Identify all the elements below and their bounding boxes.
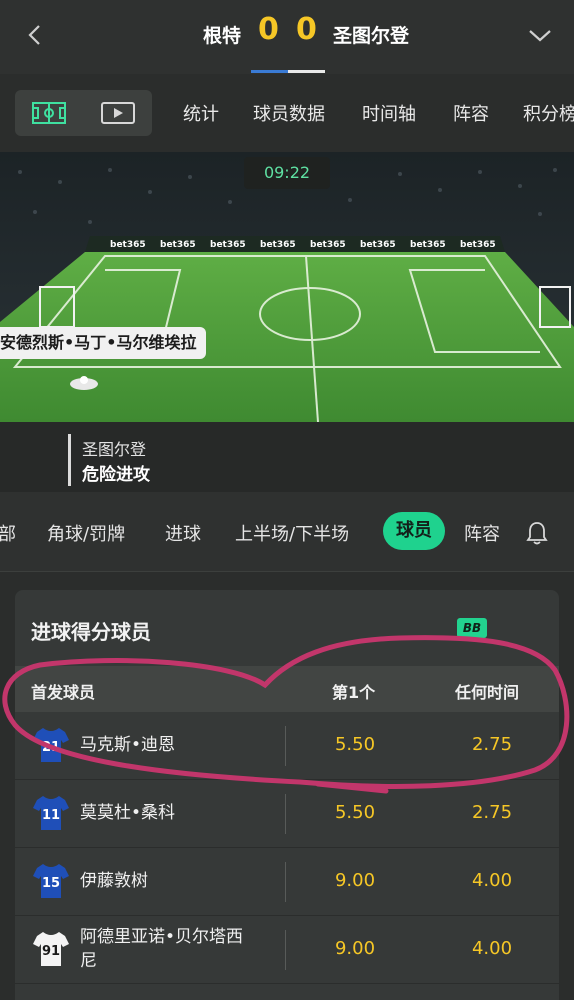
jersey-number: 21 (42, 740, 60, 755)
row-divider (285, 862, 286, 902)
market-column-header: 首发球员 第1个 任何时间 (15, 666, 559, 712)
market-tab-lineup[interactable]: 阵容 (464, 520, 500, 546)
jersey-number: 11 (42, 808, 60, 823)
player-row: 91 阿德里亚诺•贝尔塔西 尼 9.00 4.00 (15, 916, 559, 984)
svg-text:bet365: bet365 (110, 240, 146, 250)
odds-first-goal[interactable]: 5.50 (315, 802, 395, 823)
match-clock: 09:22 (244, 157, 330, 189)
odds-anytime[interactable]: 4.00 (452, 938, 532, 959)
row-divider (285, 794, 286, 834)
jersey-number: 91 (42, 944, 60, 959)
nav-tab-timeline[interactable]: 时间轴 (362, 100, 416, 126)
match-nav: 统计 球员数据 时间轴 阵容 积分榜 (0, 74, 574, 152)
market-tab-all[interactable]: 部 (0, 520, 16, 546)
bell-icon[interactable] (525, 520, 549, 546)
player-row: 11 莫莫杜•桑科 5.50 2.75 (15, 780, 559, 848)
svg-text:bet365: bet365 (410, 240, 446, 250)
odds-anytime[interactable]: 4.00 (452, 870, 532, 891)
jersey-icon: 21 (33, 728, 69, 762)
nav-tab-player-data[interactable]: 球员数据 (253, 100, 325, 126)
odds-first-goal[interactable]: 5.50 (315, 734, 395, 755)
market-tab-players[interactable]: 球员 (383, 512, 445, 550)
video-view-icon[interactable] (101, 102, 135, 124)
player-row: 21 马克斯•迪恩 5.50 2.75 (15, 712, 559, 780)
odds-first-goal[interactable]: 9.00 (315, 870, 395, 891)
live-event: 圣图尔登 危险进攻 (0, 422, 574, 492)
svg-text:bet365: bet365 (310, 240, 346, 250)
svg-text:bet365: bet365 (460, 240, 496, 250)
odds-anytime[interactable]: 2.75 (452, 734, 532, 755)
back-arrow-icon[interactable] (22, 22, 48, 48)
match-header: 根特 0 0 圣图尔登 (0, 0, 574, 74)
away-team-name: 圣图尔登 (333, 25, 410, 47)
event-bar (68, 434, 71, 486)
market-title: 进球得分球员 (31, 620, 151, 644)
goalscorer-market-card: 进球得分球员 BB 首发球员 第1个 任何时间 21 马克斯•迪恩 5.50 2… (15, 590, 559, 1000)
player-name: 莫莫杜•桑科 (80, 803, 176, 823)
market-tabs: 部 角球/罚牌 进球 上半场/下半场 球员 阵容 (0, 492, 574, 572)
match-tracker-pitch: bet365 bet365 bet365 bet365 bet365 bet365 be… (0, 152, 574, 422)
row-divider (285, 726, 286, 766)
jersey-icon: 15 (33, 864, 69, 898)
market-tab-halves[interactable]: 上半场/下半场 (235, 520, 349, 546)
nav-tab-stats[interactable]: 统计 (183, 100, 219, 126)
event-description: 危险进攻 (82, 465, 150, 485)
row-divider (285, 930, 286, 970)
column-first-goal: 第1个 (332, 683, 376, 702)
market-tab-goals[interactable]: 进球 (165, 520, 201, 546)
bet-builder-badge[interactable]: BB (457, 618, 487, 638)
home-score: 0 (258, 12, 279, 47)
player-name-line-1: 阿德里亚诺•贝尔塔西 (80, 927, 244, 947)
jersey-number: 15 (42, 876, 60, 891)
header-indicator-home (251, 70, 288, 73)
svg-text:bet365: bet365 (260, 240, 296, 250)
player-row: 15 伊藤敦树 9.00 4.00 (15, 848, 559, 916)
chevron-down-icon[interactable] (526, 22, 554, 48)
player-name: 阿德里亚诺•贝尔塔西 尼 (80, 925, 243, 973)
column-anytime: 任何时间 (455, 683, 520, 702)
svg-text:bet365: bet365 (210, 240, 246, 250)
odds-anytime[interactable]: 2.75 (452, 802, 532, 823)
away-score: 0 (296, 12, 317, 47)
player-name: 伊藤敦树 (80, 871, 148, 891)
column-starting-player: 首发球员 (31, 683, 96, 702)
home-team-name: 根特 (202, 25, 241, 47)
event-team: 圣图尔登 (82, 440, 147, 459)
pitch-view-icon[interactable] (32, 102, 66, 124)
jersey-icon: 91 (33, 932, 69, 966)
player-name-line-2: 尼 (80, 951, 97, 971)
header-indicator-away (288, 70, 325, 73)
stadium-graphic: bet365 bet365 bet365 bet365 bet365 bet365 be… (0, 152, 574, 422)
svg-text:bet365: bet365 (360, 240, 396, 250)
nav-tab-standings[interactable]: 积分榜 (523, 100, 574, 126)
svg-text:bet365: bet365 (160, 240, 196, 250)
market-tab-corners-cards[interactable]: 角球/罚牌 (47, 520, 125, 546)
player-name: 马克斯•迪恩 (80, 735, 176, 755)
odds-first-goal[interactable]: 9.00 (315, 938, 395, 959)
view-toggle (15, 90, 152, 136)
nav-tab-lineup[interactable]: 阵容 (453, 100, 489, 126)
jersey-icon: 11 (33, 796, 69, 830)
ball-carrier-label: 安德烈斯•马丁•马尔维埃拉 (0, 327, 207, 359)
